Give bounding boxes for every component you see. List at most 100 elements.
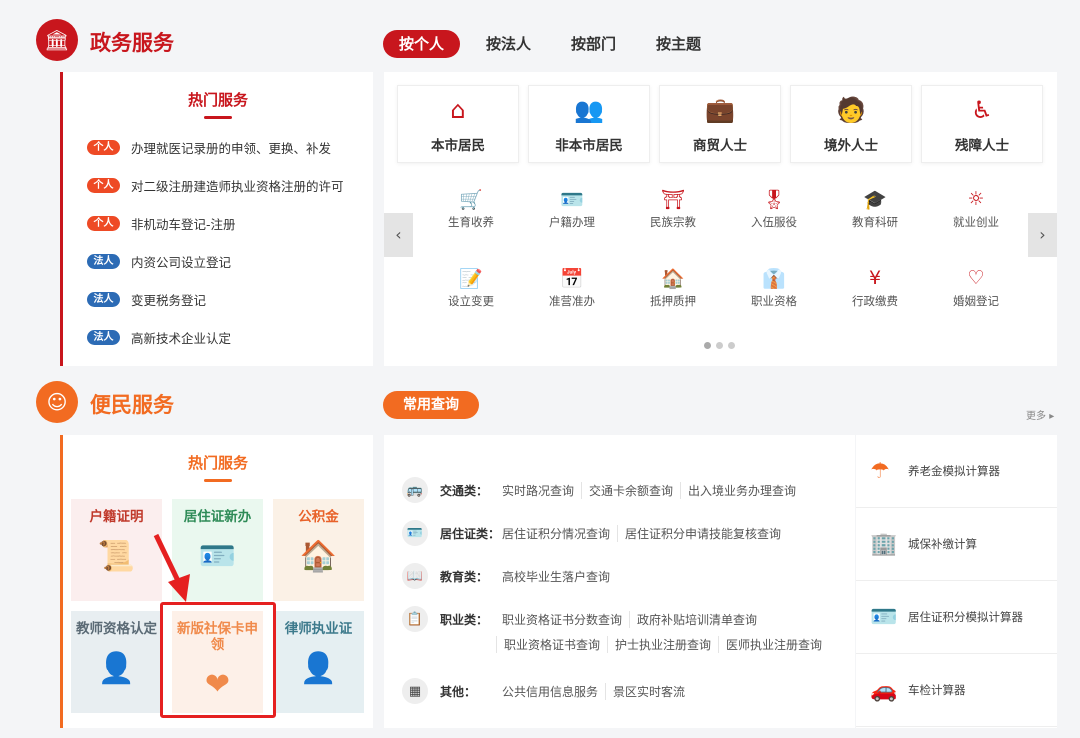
query-link[interactable]: 居住证积分申请技能复核查询 <box>617 524 788 542</box>
badge-personal: 个人 <box>87 216 120 231</box>
grid-label: 生育收养 <box>448 215 494 229</box>
hot-service-item[interactable]: 个人 办理就医记录册的申领、更换、补发 <box>87 138 331 157</box>
query-category: 教育类： <box>440 569 489 584</box>
calculator-label: 车检计算器 <box>908 683 966 697</box>
grid-label: 行政缴费 <box>852 294 898 308</box>
badge-legal: 法人 <box>87 330 120 345</box>
query-link[interactable]: 交通卡余额查询 <box>581 481 680 499</box>
tab-common-query[interactable]: 常用查询 <box>383 391 479 419</box>
hot-service-item[interactable]: 个人 非机动车登记-注册 <box>87 214 236 233</box>
people-icon: 👥 <box>574 96 604 124</box>
card-label: 本市居民 <box>431 138 485 154</box>
briefcase-icon: 💼 <box>705 96 735 124</box>
id-card-icon: 🪪 <box>402 520 428 546</box>
query-panel: 🚌 交通类： 实时路况查询 交通卡余额查询 出入境业务办理查询 🪪 居住证类： 居住证积分情况… <box>384 435 855 728</box>
category-card[interactable]: 👥 非本市居民 <box>528 85 650 163</box>
government-building-icon: 🏛 <box>36 19 78 61</box>
title-underline <box>204 479 232 482</box>
hot-service-item[interactable]: 法人 高新技术企业认定 <box>87 328 231 347</box>
grid-label: 职业资格 <box>751 294 797 308</box>
stroller-icon: 🛒 <box>459 189 483 211</box>
grid-label: 设立变更 <box>448 294 494 308</box>
hot-service-text: 内资公司设立登记 <box>131 255 232 270</box>
tile-label: 居住证新办 <box>183 509 252 525</box>
query-link[interactable]: 政府补贴培训清单查询 <box>629 610 764 628</box>
calculator-item[interactable]: 🪪 居住证积分模拟计算器 <box>856 581 1057 654</box>
service-grid-item[interactable]: ¥ 行政缴费 <box>830 267 920 309</box>
calculator-label: 养老金模拟计算器 <box>908 464 1000 478</box>
service-grid-item[interactable]: ⛩ 民族宗教 <box>628 188 718 230</box>
query-link[interactable]: 职业资格证书查询 <box>496 636 607 653</box>
hot-service-item[interactable]: 法人 变更税务登记 <box>87 290 206 309</box>
card-label: 非本市居民 <box>555 138 623 154</box>
grid-label: 户籍办理 <box>549 215 595 229</box>
carousel-dot[interactable] <box>716 342 723 349</box>
carousel-next-button[interactable]: › <box>1028 213 1057 257</box>
query-link[interactable]: 出入境业务办理查询 <box>680 481 803 499</box>
category-card[interactable]: 🧑 境外人士 <box>790 85 912 163</box>
calculator-item[interactable]: 🏢 城保补缴计算 <box>856 508 1057 581</box>
tab-0[interactable]: 按个人 <box>383 30 461 58</box>
document-edit-icon: 📝 <box>459 268 483 290</box>
house-hand-icon: 🏠 <box>661 268 685 290</box>
tab-1[interactable]: 按法人 <box>470 30 547 58</box>
house-yen-icon: 🏠 <box>299 539 338 574</box>
service-grid-item[interactable]: 🏠 抵押质押 <box>628 267 718 309</box>
more-label: 更多 <box>1026 411 1046 422</box>
service-grid-item[interactable]: 🪪 户籍办理 <box>527 188 617 230</box>
house-icon: ⌂ <box>450 96 466 124</box>
grid-label: 教育科研 <box>852 215 898 229</box>
hot-title-text: 热门服务 <box>187 91 248 109</box>
category-card[interactable]: ⌂ 本市居民 <box>397 85 519 163</box>
service-grid-item[interactable]: 👔 职业资格 <box>729 267 819 309</box>
hot-tile[interactable]: 公积金 🏠 <box>273 499 364 601</box>
card-label: 境外人士 <box>824 138 878 154</box>
service-grid-item[interactable]: 🎓 教育科研 <box>830 188 920 230</box>
hearts-icon: ♡ <box>967 267 985 289</box>
service-grid-item[interactable]: 🎖 入伍服役 <box>729 188 819 230</box>
more-link[interactable]: 更多 ▸ <box>1026 407 1054 422</box>
query-link[interactable]: 高校毕业生落户查询 <box>502 568 617 585</box>
query-link[interactable]: 职业资格证书分数查询 <box>502 611 629 628</box>
hot-service-item[interactable]: 法人 内资公司设立登记 <box>87 252 231 271</box>
tab-3[interactable]: 按主题 <box>640 30 717 58</box>
highlight-box <box>160 602 276 718</box>
carousel-prev-button[interactable]: ‹ <box>384 213 413 257</box>
globe-person-icon: 🧑 <box>836 96 866 124</box>
query-category: 交通类： <box>440 483 489 498</box>
query-link[interactable]: 公共信用信息服务 <box>502 683 605 700</box>
query-row: 📋 职业类： 职业资格证书分数查询 政府补贴培训清单查询 <box>402 606 764 632</box>
category-card[interactable]: ♿ 残障人士 <box>921 85 1043 163</box>
lawyer-clock-icon: 👤 <box>299 651 338 686</box>
calculator-item[interactable]: ☂ 养老金模拟计算器 <box>856 435 1057 508</box>
hot-service-text: 非机动车登记-注册 <box>131 217 236 232</box>
carousel-dot[interactable] <box>728 342 735 349</box>
hot-tile[interactable]: 律师执业证 👤 <box>273 611 364 713</box>
service-grid-item[interactable]: ♡ 婚姻登记 <box>931 267 1021 309</box>
query-row-continued: 职业资格证书查询 护士执业注册查询 医师执业注册查询 <box>496 636 829 653</box>
query-link[interactable]: 居住证积分情况查询 <box>502 525 617 542</box>
gov-services-panel: ⌂ 本市居民 👥 非本市居民 💼 商贸人士 🧑 境外人士 ♿ 残障人士 🛒 生育收养 🪪 户籍办理 ⛩ 民族… <box>384 72 1057 366</box>
query-row: 🚌 交通类： 实时路况查询 交通卡余额查询 出入境业务办理查询 <box>402 477 803 503</box>
category-card[interactable]: 💼 商贸人士 <box>659 85 781 163</box>
query-link[interactable]: 实时路况查询 <box>502 482 581 499</box>
hot-tile[interactable]: 教师资格认定 👤 <box>71 611 162 713</box>
grid-label: 民族宗教 <box>650 215 696 229</box>
query-link[interactable]: 景区实时客流 <box>605 682 692 700</box>
calendar-check-icon: 📅 <box>560 268 584 290</box>
hot-service-item[interactable]: 个人 对二级注册建造师执业资格注册的许可 <box>87 176 344 195</box>
section-title-gov: 政务服务 <box>90 31 174 55</box>
service-grid-item[interactable]: 📅 准营准办 <box>527 267 617 309</box>
service-grid-item[interactable]: 🛒 生育收养 <box>426 188 516 230</box>
hot-services-title: 热门服务 <box>63 89 373 119</box>
query-link[interactable]: 医师执业注册查询 <box>718 636 829 653</box>
calculator-item[interactable]: 🚗 车检计算器 <box>856 654 1057 727</box>
grid-label: 抵押质押 <box>650 294 696 308</box>
service-grid-item[interactable]: ☼ 就业创业 <box>931 188 1021 230</box>
carousel-dot[interactable] <box>704 342 711 349</box>
tab-2[interactable]: 按部门 <box>555 30 632 58</box>
bus-icon: 🚌 <box>402 477 428 503</box>
hot-title-text: 热门服务 <box>187 454 248 472</box>
service-grid-item[interactable]: 📝 设立变更 <box>426 267 516 309</box>
query-link[interactable]: 护士执业注册查询 <box>607 636 718 653</box>
